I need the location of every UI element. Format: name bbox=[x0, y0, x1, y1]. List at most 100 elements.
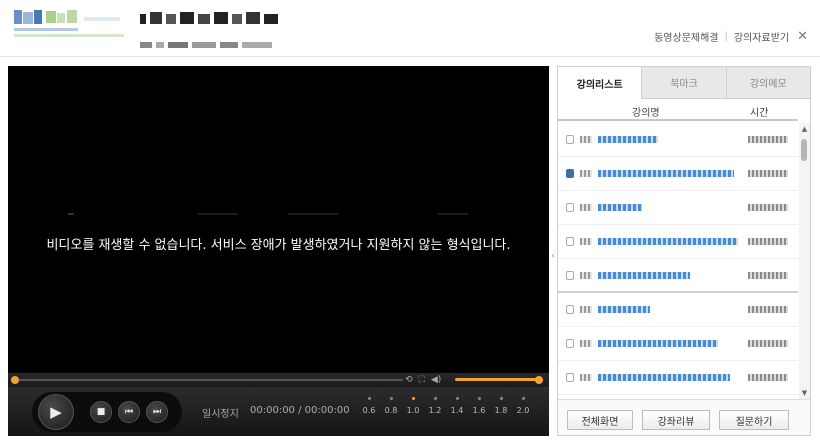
speed-dot bbox=[389, 397, 393, 400]
fullscreen-button[interactable]: 전체화면 bbox=[567, 410, 633, 430]
stop-button[interactable]: ■ bbox=[90, 401, 112, 423]
tab-lecture-memo[interactable]: 강의메모 bbox=[725, 67, 810, 99]
lecture-number bbox=[580, 340, 592, 347]
speed-option[interactable]: 1.2 bbox=[424, 395, 446, 415]
list-item[interactable] bbox=[558, 123, 798, 157]
previous-button[interactable]: ⏮ bbox=[118, 401, 140, 423]
lecture-status-icon bbox=[566, 237, 574, 246]
speed-dot bbox=[499, 397, 503, 400]
brand-logo bbox=[14, 8, 124, 44]
course-review-button[interactable]: 강좌리뷰 bbox=[642, 410, 710, 430]
volume-handle[interactable] bbox=[535, 376, 543, 384]
sidebar-actions: 전체화면 강좌리뷰 질문하기 bbox=[558, 399, 810, 435]
seek-bar[interactable]: ⟲ ⛶ ◀) bbox=[8, 373, 549, 387]
play-icon: ▶ bbox=[50, 403, 62, 421]
tab-lecture-list[interactable]: 강의리스트 bbox=[558, 67, 642, 99]
collapse-sidebar-icon[interactable]: ‹ bbox=[549, 247, 557, 263]
lecture-title bbox=[598, 374, 730, 381]
lecture-duration bbox=[748, 272, 788, 279]
seek-handle[interactable] bbox=[11, 376, 19, 384]
speed-label: 1.0 bbox=[406, 406, 420, 415]
play-button[interactable]: ▶ bbox=[38, 394, 74, 430]
speed-label: 0.6 bbox=[362, 406, 376, 415]
list-item[interactable] bbox=[558, 157, 798, 191]
lecture-duration bbox=[748, 238, 788, 245]
speed-option[interactable]: 0.8 bbox=[380, 395, 402, 415]
lecture-number bbox=[580, 136, 592, 143]
video-troubleshoot-link[interactable]: 동영상문제해결 bbox=[654, 29, 718, 44]
speed-option[interactable]: 0.6 bbox=[358, 395, 380, 415]
lecture-duration bbox=[748, 136, 788, 143]
speed-option[interactable]: 1.8 bbox=[490, 395, 512, 415]
sidebar-tabs: 강의리스트 북마크 강의메모 bbox=[558, 67, 810, 99]
playback-time: 00:00:00 / 00:00:00 bbox=[250, 405, 350, 416]
skip-back-icon: ⏮ bbox=[124, 407, 134, 417]
column-lecture-name: 강의명 bbox=[632, 108, 660, 119]
list-item[interactable] bbox=[558, 259, 798, 293]
header-links: 동영상문제해결 | 강의자료받기 ✕ bbox=[654, 29, 808, 44]
lecture-title bbox=[598, 204, 642, 211]
next-button[interactable]: ⏭ bbox=[146, 401, 168, 423]
scroll-thumb[interactable] bbox=[801, 139, 807, 161]
video-error-message: 비디오를 재생할 수 없습니다. 서비스 장애가 발생하였거나 지원하지 않는 … bbox=[46, 238, 511, 253]
speed-option[interactable]: 2.0 bbox=[512, 395, 534, 415]
lecture-number bbox=[580, 238, 592, 245]
speed-option[interactable]: 1.4 bbox=[446, 395, 468, 415]
list-item[interactable] bbox=[558, 361, 798, 395]
speed-label: 1.8 bbox=[494, 406, 508, 415]
stop-icon: ■ bbox=[96, 407, 106, 417]
lecture-title bbox=[598, 272, 690, 279]
list-item[interactable] bbox=[558, 225, 798, 259]
lecture-status-icon bbox=[566, 203, 574, 212]
list-item[interactable] bbox=[558, 327, 798, 361]
lecture-title bbox=[598, 340, 718, 347]
lecture-number bbox=[580, 374, 592, 381]
speed-dot bbox=[433, 397, 437, 400]
list-item[interactable] bbox=[558, 191, 798, 225]
lecture-status-icon bbox=[566, 271, 574, 280]
list-item[interactable] bbox=[558, 293, 798, 327]
volume-slider[interactable] bbox=[455, 378, 540, 381]
speed-label: 1.4 bbox=[450, 406, 464, 415]
lecture-number bbox=[580, 170, 592, 177]
lecture-status-icon bbox=[566, 305, 574, 314]
lecture-number bbox=[580, 204, 592, 211]
lecture-status-icon bbox=[566, 373, 574, 382]
speed-dot bbox=[521, 397, 525, 400]
seek-track[interactable] bbox=[15, 379, 403, 381]
speed-option[interactable]: 1.0 bbox=[402, 395, 424, 415]
lecture-status-icon bbox=[566, 135, 574, 144]
lecture-duration bbox=[748, 170, 788, 177]
download-materials-link[interactable]: 강의자료받기 bbox=[734, 29, 789, 44]
fit-screen-icon[interactable]: ⛶ bbox=[419, 375, 425, 385]
lecture-list-scrollbar[interactable]: ▲ ▼ bbox=[799, 123, 810, 399]
player-controls: ▶ ■ ⏮ ⏭ 일시정지 00:00:00 / 00:00:00 0.6 0.8 1… bbox=[8, 387, 549, 436]
speed-dot bbox=[455, 397, 459, 400]
tab-bookmark[interactable]: 북마크 bbox=[641, 67, 726, 99]
course-subtitle bbox=[140, 34, 280, 48]
lecture-title bbox=[598, 238, 738, 245]
lecture-title bbox=[598, 306, 650, 313]
playback-button-group: ▶ ■ ⏮ ⏭ bbox=[32, 392, 182, 432]
scroll-up-icon[interactable]: ▲ bbox=[799, 125, 810, 133]
lecture-title bbox=[598, 170, 734, 177]
lecture-player-window: 동영상문제해결 | 강의자료받기 ✕ 비디오를 재생할 수 없습니다. 서비스 … bbox=[0, 0, 820, 445]
scroll-down-icon[interactable]: ▼ bbox=[799, 389, 810, 397]
repeat-icon[interactable]: ⟲ bbox=[405, 375, 413, 385]
skip-forward-icon: ⏭ bbox=[152, 407, 162, 417]
speed-label: 1.2 bbox=[428, 406, 442, 415]
header: 동영상문제해결 | 강의자료받기 ✕ bbox=[0, 0, 820, 57]
player-option-icons: ⟲ ⛶ ◀) bbox=[405, 375, 441, 385]
speed-dot bbox=[477, 397, 481, 400]
ask-question-button[interactable]: 질문하기 bbox=[719, 410, 789, 430]
lecture-duration bbox=[748, 306, 788, 313]
lecture-number bbox=[580, 306, 592, 313]
speed-option[interactable]: 1.6 bbox=[468, 395, 490, 415]
close-icon[interactable]: ✕ bbox=[797, 29, 808, 44]
lecture-status-icon bbox=[566, 169, 574, 178]
playback-status: 일시정지 bbox=[202, 409, 239, 420]
lecture-title bbox=[598, 136, 658, 143]
volume-icon[interactable]: ◀) bbox=[431, 375, 441, 385]
course-title bbox=[140, 11, 290, 25]
speed-dot bbox=[367, 397, 371, 400]
